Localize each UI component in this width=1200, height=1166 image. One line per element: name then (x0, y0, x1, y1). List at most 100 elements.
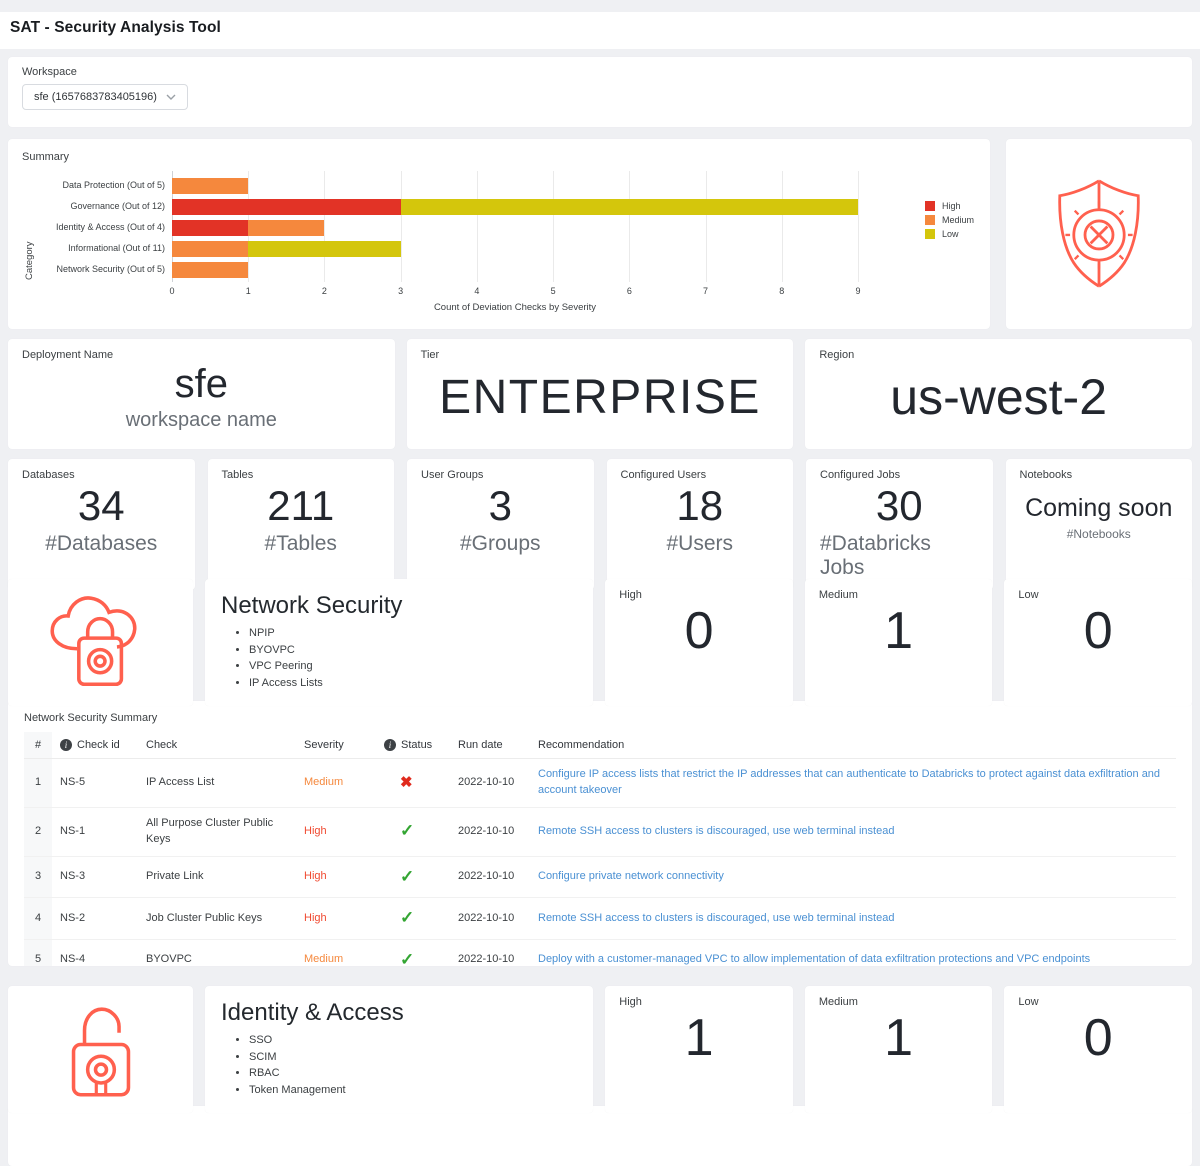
stat-card-user-groups: User Groups 3#Groups (407, 459, 594, 590)
title-bar: SAT - Security Analysis Tool (0, 12, 1200, 49)
cross-icon: ✖ (400, 774, 413, 791)
card-label: Low (1018, 589, 1038, 601)
column-header-label: Severity (304, 739, 344, 751)
chart-x-tick: 8 (779, 286, 784, 296)
legend-label: Medium (942, 215, 974, 225)
stat-card-notebooks: NotebooksComing soon#Notebooks (1006, 459, 1193, 590)
stat-card-tables: Tables211#Tables (208, 459, 395, 590)
chart-bar-segment-low (401, 199, 858, 215)
check-id-cell: NS-5 (52, 767, 138, 799)
stat-subtitle: #Databases (45, 532, 157, 556)
card-label: User Groups (421, 469, 483, 481)
legend-swatch (925, 215, 935, 225)
severity-cell: Medium (296, 767, 376, 799)
workspace-card: Workspace sfe (1657683783405196) (8, 57, 1192, 127)
chart-category-label: Informational (Out of 11) (44, 238, 172, 259)
check-icon: ✓ (400, 908, 414, 927)
chart-category-label: Data Protection (Out of 5) (44, 175, 172, 196)
recommendation-link[interactable]: Remote SSH access to clusters is discour… (538, 912, 894, 924)
row-number: 4 (24, 898, 52, 939)
identity-access-title: Identity & Access (221, 999, 577, 1027)
chart-x-tick: 9 (855, 286, 860, 296)
stat-card-configured-users: Configured Users18#Users (607, 459, 794, 590)
severity-cell: High (296, 903, 376, 935)
legend-item-medium[interactable]: Medium (925, 215, 974, 225)
stat-subtitle: #Databricks Jobs (820, 532, 979, 580)
workspace-dropdown[interactable]: sfe (1657683783405196) (22, 84, 188, 110)
chart-x-tick: 1 (246, 286, 251, 296)
chart-x-tick: 0 (169, 286, 174, 296)
chart-plot-area: Data Protection (Out of 5)Governance (Ou… (44, 175, 858, 280)
severity-cell: Medium (296, 944, 376, 966)
recommendation-cell: Remote SSH access to clusters is discour… (530, 816, 1176, 848)
column-header-label: Run date (458, 739, 503, 751)
recommendation-link[interactable]: Deploy with a customer-managed VPC to al… (538, 953, 1090, 965)
summary-title: Summary (22, 151, 976, 163)
recommendation-link[interactable]: Configure private network connectivity (538, 870, 724, 882)
table-row: 5NS-4BYOVPCMedium✓2022-10-10Deploy with … (24, 940, 1176, 966)
check-id-cell: NS-1 (52, 816, 138, 848)
stat-subtitle: #Users (666, 532, 733, 556)
card-label: Medium (819, 589, 858, 601)
info-value: ENTERPRISE (439, 370, 761, 425)
chart-bar-row (172, 259, 858, 280)
identity-access-low-card: Low 0 (1004, 986, 1192, 1113)
workspace-label: Workspace (22, 66, 1178, 78)
network-security-low-card: Low0 (1004, 579, 1192, 706)
identity-access-row: Identity & Access SSOSCIMRBACToken Manag… (8, 986, 1192, 1094)
severity-count: 0 (1084, 1010, 1113, 1067)
stat-value: Coming soon (1025, 494, 1172, 523)
chart-legend: High Medium Low (925, 201, 974, 239)
table-row: 1NS-5IP Access ListMedium✖2022-10-10Conf… (24, 759, 1176, 808)
card-label: Low (1018, 996, 1038, 1008)
card-label: Databases (22, 469, 75, 481)
legend-item-low[interactable]: Low (925, 229, 974, 239)
chart-bar-segment-medium (172, 178, 248, 194)
chart-category-labels: Data Protection (Out of 5)Governance (Ou… (44, 175, 172, 280)
check-cell: Job Cluster Public Keys (138, 903, 296, 935)
chart-x-tick: 4 (474, 286, 479, 296)
card-label: High (619, 589, 642, 601)
run-date-cell: 2022-10-10 (450, 903, 530, 935)
status-cell: ✓ (376, 940, 450, 966)
list-item: IP Access Lists (249, 677, 577, 689)
check-cell: BYOVPC (138, 944, 296, 966)
chart-x-axis-label: Count of Deviation Checks by Severity (172, 302, 858, 313)
list-item: NPIP (249, 627, 577, 639)
column-header-recommendation: Recommendation (530, 732, 1176, 758)
recommendation-cell: Configure private network connectivity (530, 861, 1176, 893)
info-card-deployment-name: Deployment Namesfeworkspace name (8, 339, 395, 449)
chart-y-axis-label: Category (24, 175, 35, 280)
stat-subtitle: #Groups (460, 532, 541, 556)
chart-bar-row (172, 217, 858, 238)
run-date-cell: 2022-10-10 (450, 767, 530, 799)
card-label: Medium (819, 996, 858, 1008)
chart-bar-segment-medium (172, 262, 248, 278)
network-security-card: Network Security NPIPBYOVPCVPC PeeringIP… (205, 579, 593, 706)
chart-bar-segment-medium (172, 241, 248, 257)
check-cell: Private Link (138, 861, 296, 893)
identity-access-list: SSOSCIMRBACToken Management (249, 1034, 577, 1096)
column-header-label: Check (146, 739, 177, 751)
card-label: Tables (222, 469, 254, 481)
deployment-info-row: Deployment Namesfeworkspace name Tier ENTE… (8, 339, 1192, 449)
network-security-summary-title: Network Security Summary (24, 712, 1176, 724)
recommendation-link[interactable]: Configure IP access lists that restrict … (538, 768, 1160, 796)
stat-card-databases: Databases34#Databases (8, 459, 195, 590)
column-header-status: iStatus (376, 732, 450, 758)
column-header-num: # (24, 732, 52, 758)
stat-value: 34 (78, 482, 125, 530)
chart-bar-row (172, 196, 858, 217)
row-number: 3 (24, 857, 52, 898)
padlock-card (8, 986, 193, 1113)
row-number: 1 (24, 759, 52, 807)
chart-x-ticks: 0123456789 (172, 286, 858, 299)
legend-item-high[interactable]: High (925, 201, 974, 211)
next-section-card (8, 1106, 1192, 1166)
network-security-title: Network Security (221, 592, 577, 620)
severity-cell: High (296, 861, 376, 893)
recommendation-link[interactable]: Remote SSH access to clusters is discour… (538, 825, 894, 837)
stat-value: 3 (489, 482, 512, 530)
card-label: Tier (421, 349, 440, 361)
table-row: 3NS-3Private LinkHigh✓2022-10-10Configur… (24, 857, 1176, 899)
